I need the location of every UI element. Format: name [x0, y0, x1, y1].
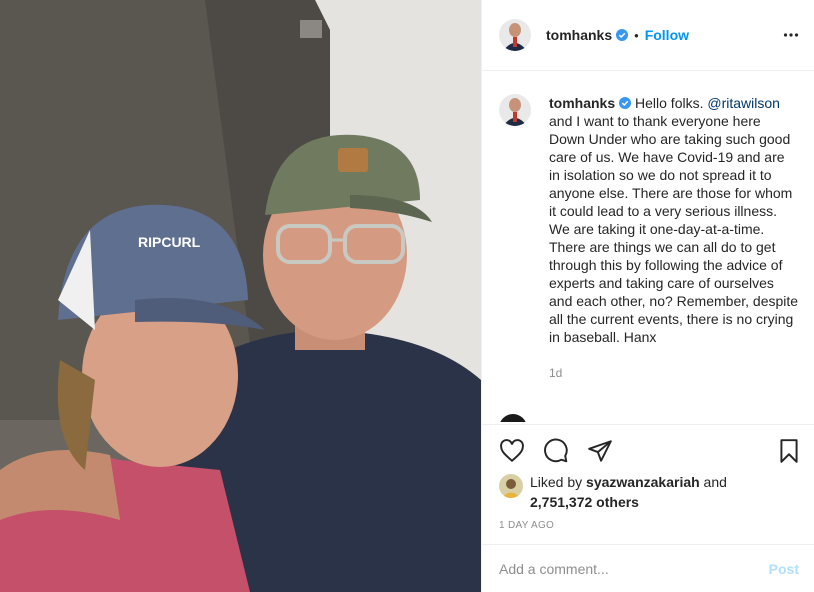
post-comment-button[interactable]: Post	[769, 561, 799, 577]
bookmark-icon[interactable]	[776, 438, 802, 464]
likes-summary: Liked by syazwanzakariah and 2,751,372 ot…	[499, 472, 727, 512]
post-timestamp[interactable]: 1 DAY AGO	[499, 520, 554, 531]
caption-row: tomhanks Hello folks. @ritawilson and I …	[482, 72, 814, 346]
author-username[interactable]: tomhanks	[546, 27, 612, 43]
selfie-image: RIPCURL	[0, 0, 481, 592]
action-bar	[482, 424, 814, 468]
caption-body-start: Hello folks.	[631, 95, 708, 111]
liked-by-prefix: Liked by	[530, 474, 587, 490]
liker-avatar[interactable]	[499, 474, 523, 498]
caption-avatar[interactable]	[499, 94, 531, 126]
caption-username[interactable]: tomhanks	[549, 95, 615, 111]
heart-icon[interactable]	[499, 438, 525, 464]
caption-text: tomhanks Hello folks. @ritawilson and I …	[549, 94, 799, 346]
verified-badge-icon	[619, 97, 632, 109]
likes-text: Liked by syazwanzakariah and 2,751,372 ot…	[530, 472, 727, 512]
more-options-icon[interactable]	[783, 27, 799, 43]
next-comment-avatar[interactable]	[499, 414, 527, 422]
comments-area[interactable]: tomhanks Hello folks. @ritawilson and I …	[482, 72, 814, 422]
comment-bubble-icon[interactable]	[543, 438, 569, 464]
add-comment-bar: Post	[482, 544, 814, 592]
caption-timestamp[interactable]: 1d	[549, 366, 814, 380]
comment-input[interactable]	[499, 559, 749, 579]
post-photo[interactable]: RIPCURL	[0, 0, 481, 592]
cap-logo-text: RIPCURL	[138, 234, 201, 250]
separator-dot: •	[634, 27, 639, 43]
author-avatar[interactable]	[499, 19, 531, 51]
verified-badge-icon	[616, 29, 629, 41]
liked-by-count-link[interactable]: 2,751,372 others	[530, 494, 639, 510]
follow-button[interactable]: Follow	[645, 27, 689, 43]
caption-mention-link[interactable]: @ritawilson	[707, 95, 780, 111]
liked-by-and: and	[699, 474, 727, 490]
paper-plane-icon[interactable]	[587, 438, 613, 464]
post-details-panel: tomhanks • Follow tomhanks Hello folks. …	[481, 0, 814, 592]
post-header: tomhanks • Follow	[482, 0, 814, 71]
liked-by-user-link[interactable]: syazwanzakariah	[586, 474, 700, 490]
caption-body-rest: and I want to thank everyone here Down U…	[549, 113, 799, 345]
